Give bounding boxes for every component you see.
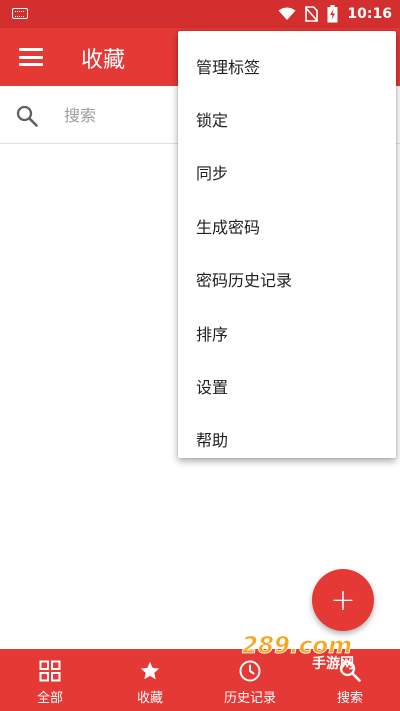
battery-charging-icon	[327, 5, 338, 23]
hamburger-menu-icon[interactable]	[16, 45, 46, 69]
status-bar: 10:16	[0, 0, 400, 28]
menu-item-sync[interactable]: 同步	[178, 146, 396, 199]
nav-item-favorites[interactable]: 收藏	[100, 649, 200, 711]
nav-label: 收藏	[136, 691, 163, 706]
page-title: 收藏	[81, 48, 126, 73]
menu-item-manage-tags[interactable]: 管理标签	[178, 39, 396, 92]
nav-item-history[interactable]: 历史记录	[200, 649, 300, 711]
menu-item-generate-password[interactable]: 生成密码	[178, 199, 396, 252]
add-button[interactable]: +	[312, 569, 374, 631]
add-icon: +	[330, 582, 356, 618]
nav-label: 历史记录	[223, 691, 276, 706]
star-icon	[140, 661, 160, 680]
nav-label: 搜索	[336, 691, 363, 706]
keyboard-icon	[12, 8, 28, 19]
overflow-menu: 管理标签 锁定 同步 生成密码 密码历史记录 排序 设置 帮助	[178, 31, 396, 458]
menu-item-settings[interactable]: 设置	[178, 359, 396, 412]
grid-icon	[39, 660, 61, 682]
menu-item-help[interactable]: 帮助	[178, 413, 396, 466]
menu-item-lock[interactable]: 锁定	[178, 92, 396, 145]
search-icon	[339, 660, 361, 682]
nav-label: 全部	[36, 691, 63, 706]
nav-item-search[interactable]: 搜索	[300, 649, 400, 711]
menu-item-password-history[interactable]: 密码历史记录	[178, 253, 396, 306]
nav-item-all[interactable]: 全部	[0, 649, 100, 711]
search-icon	[16, 105, 38, 127]
no-sim-icon	[305, 6, 319, 22]
wifi-icon	[278, 7, 296, 20]
bottom-nav: 全部 收藏 历史记录 搜索	[0, 649, 400, 711]
menu-item-sort[interactable]: 排序	[178, 306, 396, 359]
history-icon	[239, 660, 261, 682]
clock: 10:16	[347, 6, 392, 22]
